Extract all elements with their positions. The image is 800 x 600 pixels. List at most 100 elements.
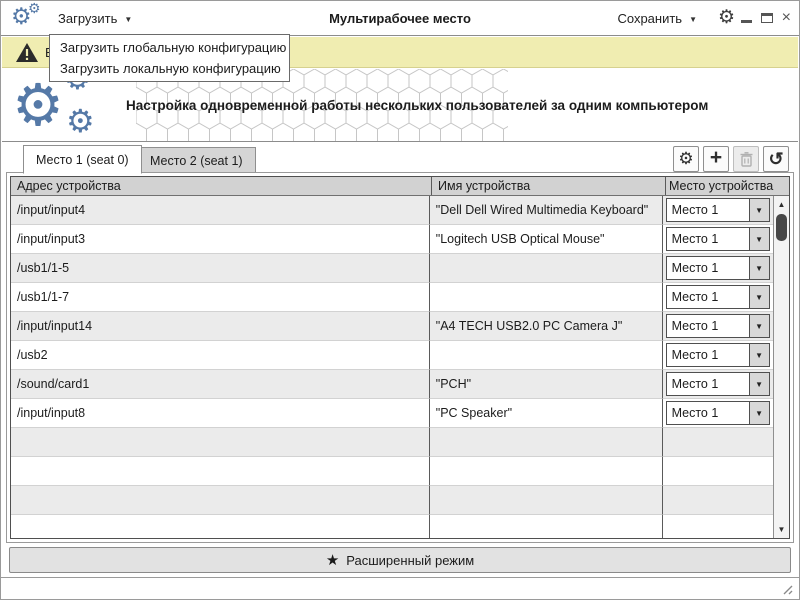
seat-select[interactable]: Место 1 ▼ [665,343,770,367]
device-seat-cell: Место 1 ▼ [662,312,773,341]
device-address-cell: /input/input4 [11,196,430,225]
chevron-down-icon: ▼ [748,257,769,279]
device-name-cell: "Logitech USB Optical Mouse" [429,225,663,254]
seat-select[interactable]: Место 1 ▼ [665,314,770,338]
chevron-down-icon: ▼ [748,402,769,424]
seat-select-value: Место 1 [671,232,719,246]
app-gears-icon: ⚙ ⚙ [11,0,41,29]
trash-icon [740,151,752,167]
device-seat-cell: Место 1 ▼ [662,254,773,283]
seat-select-value: Место 1 [671,203,719,217]
table-row[interactable]: /usb1/1-7 Место 1 ▼ [11,283,773,312]
table-row[interactable]: /input/input4 "Dell Dell Wired Multimedia… [11,196,773,225]
device-address-cell: /usb1/1-5 [11,254,430,283]
chevron-down-icon: ▼ [748,286,769,308]
device-name-cell [429,254,663,283]
table-toolbar: ⚙ + ↺ [673,146,789,172]
menu-item-load-local[interactable]: Загрузить локальную конфигурацию [50,58,289,79]
window-controls: × [740,1,791,35]
seat-select[interactable]: Место 1 ▼ [665,227,770,251]
maximize-button[interactable] [760,13,773,23]
device-address-cell: /input/input14 [11,312,430,341]
column-header-address[interactable]: Адрес устройства [11,177,432,195]
table-row[interactable]: /input/input14 "A4 TECH USB2.0 PC Camera … [11,312,773,341]
seat-select[interactable]: Место 1 ▼ [665,198,770,222]
device-name-cell [429,283,663,312]
table-row[interactable]: /input/input3 "Logitech USB Optical Mouse… [11,225,773,254]
device-seat-cell: Место 1 ▼ [662,399,773,428]
table-row[interactable]: /input/input8 "PC Speaker" Место 1 ▼ [11,399,773,428]
configure-button[interactable]: ⚙ [673,146,699,172]
tab-seat-0[interactable]: Место 1 (seat 0) [23,145,142,174]
scroll-down-icon[interactable]: ▼ [774,522,789,537]
chevron-down-icon: ▼ [748,315,769,337]
chevron-down-icon: ▼ [748,373,769,395]
seat-select[interactable]: Место 1 ▼ [665,256,770,280]
table-row-empty [11,428,773,457]
multiseat-window: ⚙ ⚙ Загрузить ▼ Мультирабочее место Сохра… [0,0,800,600]
device-seat-cell: Место 1 ▼ [662,341,773,370]
resize-grip[interactable] [780,582,793,595]
column-header-seat[interactable]: Место устройства [666,177,777,195]
tab-seat-1[interactable]: Место 2 (seat 1) [137,147,256,174]
device-address-cell: /usb1/1-7 [11,283,430,312]
title-bar: ⚙ ⚙ Загрузить ▼ Мультирабочее место Сохра… [1,1,799,36]
vertical-scrollbar[interactable]: ▲ ▼ [773,196,789,538]
reset-button[interactable]: ↺ [763,146,789,172]
table-body: /input/input4 "Dell Dell Wired Multimedia… [11,196,773,538]
load-menu-label: Загрузить [58,10,118,26]
settings-gear-icon[interactable]: ⚙ [718,8,735,27]
chevron-down-icon: ▼ [748,199,769,221]
column-header-name[interactable]: Имя устройства [432,177,666,195]
add-device-button[interactable]: + [703,146,729,172]
seat-select[interactable]: Место 1 ▼ [665,285,770,309]
device-address-cell: /sound/card1 [11,370,430,399]
tab-bar: Место 1 (seat 0) Место 2 (seat 1) ⚙ + ↺ [1,142,799,174]
save-menu-button[interactable]: Сохранить ▼ [617,1,697,35]
device-seat-cell: Место 1 ▼ [662,196,773,225]
device-table: Адрес устройства Имя устройства Место ус… [10,176,790,539]
delete-device-button[interactable] [733,146,759,172]
chevron-down-icon: ▼ [689,14,697,24]
device-name-cell: "Dell Dell Wired Multimedia Keyboard" [429,196,663,225]
status-bar [1,577,799,599]
device-name-cell: "PC Speaker" [429,399,663,428]
device-name-cell [429,341,663,370]
seat-select-value: Место 1 [671,348,719,362]
table-row[interactable]: /usb2 Место 1 ▼ [11,341,773,370]
star-icon: ★ [325,552,340,569]
device-seat-cell: Место 1 ▼ [662,283,773,312]
extended-mode-label: Расширенный режим [346,552,475,568]
seat-select[interactable]: Место 1 ▼ [665,401,770,425]
table-header: Адрес устройства Имя устройства Место ус… [11,177,789,196]
seat-select-value: Место 1 [671,377,719,391]
scrollbar-thumb[interactable] [776,214,787,241]
scroll-up-icon[interactable]: ▲ [774,197,789,212]
gear-icon: ⚙ [678,149,694,168]
seat-select-value: Место 1 [671,406,719,420]
table-row-empty [11,457,773,486]
table-row-empty [11,515,773,538]
device-address-cell: /usb2 [11,341,430,370]
device-seat-cell: Место 1 ▼ [662,225,773,254]
close-button[interactable]: × [782,10,791,26]
save-menu-label: Сохранить [617,10,683,26]
plus-icon: + [709,146,723,169]
seat-select[interactable]: Место 1 ▼ [665,372,770,396]
minimize-button[interactable] [740,19,752,23]
chevron-down-icon: ▼ [124,14,133,24]
seat-select-value: Место 1 [671,319,719,333]
undo-icon: ↺ [768,148,784,169]
device-seat-cell: Место 1 ▼ [662,370,773,399]
seat-select-value: Место 1 [671,261,719,275]
load-dropdown-menu: Загрузить глобальную конфигурацию Загруз… [49,34,290,82]
extended-mode-button[interactable]: ★ Расширенный режим [9,547,791,573]
device-name-cell: "PCH" [429,370,663,399]
chevron-down-icon: ▼ [748,228,769,250]
load-menu-button[interactable]: Загрузить ▼ [58,1,132,35]
table-row[interactable]: /usb1/1-5 Место 1 ▼ [11,254,773,283]
chevron-down-icon: ▼ [748,344,769,366]
menu-item-load-global[interactable]: Загрузить глобальную конфигурацию [50,37,289,58]
table-row[interactable]: /sound/card1 "PCH" Место 1 ▼ [11,370,773,399]
seat-select-value: Место 1 [671,290,719,304]
